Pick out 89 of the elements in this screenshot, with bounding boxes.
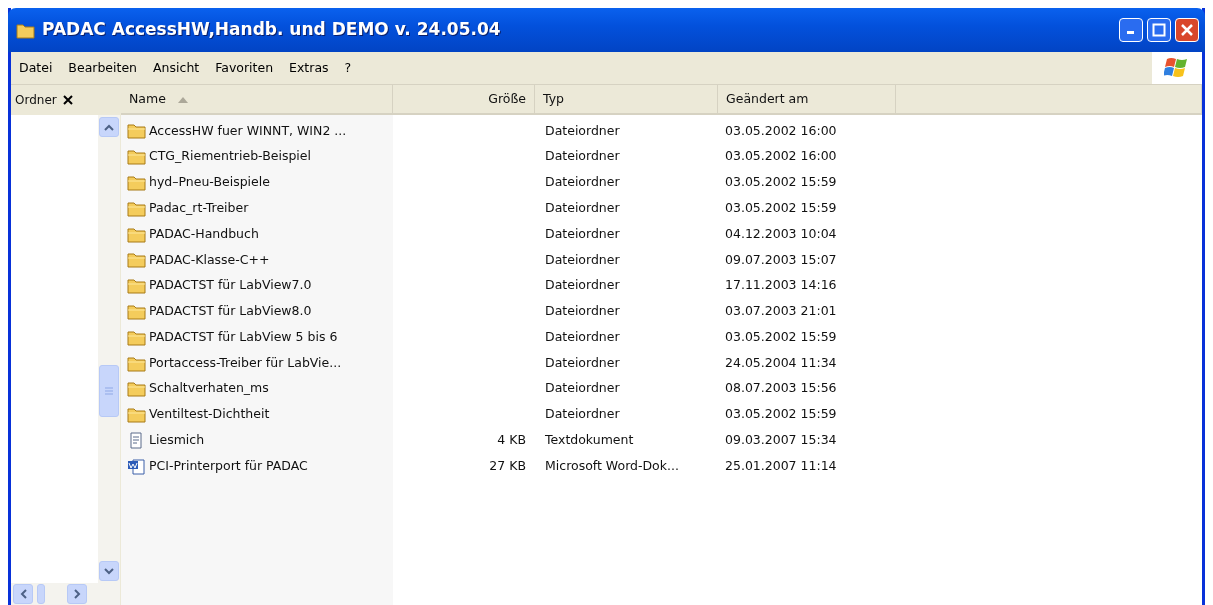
file-size: 4 KB — [497, 432, 526, 448]
menu-item[interactable]: Extras — [281, 58, 337, 78]
file-name[interactable]: Portaccess-Treiber für LabVie... — [149, 353, 342, 373]
folder-icon — [127, 354, 146, 372]
folder-icon — [127, 251, 146, 269]
column-header[interactable]: Typ — [535, 85, 718, 113]
modified-date: 03.05.2002 15:59 — [725, 199, 837, 215]
file-size: 27 KB — [489, 457, 526, 473]
file-name[interactable]: Liesmich — [149, 431, 205, 450]
scroll-left-button[interactable] — [13, 584, 33, 604]
file-type: Dateiordner — [545, 328, 620, 344]
file-name[interactable]: Padac_rt-Treiber — [149, 198, 249, 218]
file-type: Dateiordner — [545, 354, 620, 370]
column-header[interactable]: Geändert am — [718, 85, 896, 113]
windows-logo-icon — [1164, 56, 1190, 80]
chevron-down-icon — [104, 567, 114, 575]
maximize-button[interactable] — [1147, 18, 1171, 42]
modified-date: 04.12.2003 10:04 — [725, 225, 837, 241]
vertical-scrollbar[interactable] — [98, 115, 120, 583]
menu-item[interactable]: ? — [336, 58, 360, 78]
scroll-down-button[interactable] — [99, 561, 119, 581]
scroll-up-button[interactable] — [99, 117, 119, 137]
file-type: Dateiordner — [545, 251, 620, 267]
file-name[interactable]: hyd–Pneu-Beispiele — [149, 173, 270, 192]
file-name[interactable]: Ventiltest-Dichtheit — [149, 405, 270, 425]
folder-icon — [127, 174, 146, 191]
folder-icon — [127, 199, 146, 217]
file-type: Dateiordner — [545, 225, 620, 241]
modified-date: 03.05.2002 15:59 — [725, 406, 837, 422]
scroll-right-button[interactable] — [67, 584, 87, 604]
chevron-left-icon — [19, 589, 27, 599]
file-type: Dateiordner — [545, 174, 620, 190]
file-name[interactable]: PADACTST für LabView8.0 — [149, 302, 312, 321]
pane-title: Ordner — [15, 92, 57, 109]
chevron-right-icon — [73, 589, 81, 599]
modified-date: 24.05.2004 11:34 — [725, 354, 837, 370]
maximize-icon — [1152, 23, 1166, 37]
menu-item[interactable]: Bearbeiten — [60, 58, 146, 78]
file-type: Textdokument — [545, 432, 634, 448]
folder-icon — [127, 225, 146, 243]
window-title: PADAC AccessHW,Handb. und DEMO v. 24.05.04 — [42, 18, 501, 42]
file-name[interactable]: PADACTST für LabView7.0 — [149, 276, 312, 296]
file-name[interactable]: PADACTST für LabView 5 bis 6 — [149, 327, 338, 347]
chevron-up-icon — [104, 123, 114, 131]
file-type: Dateiordner — [545, 148, 620, 164]
file-name[interactable]: PADAC-Handbuch — [149, 224, 259, 244]
modified-date: 03.05.2002 15:59 — [725, 174, 837, 190]
file-type: Dateiordner — [545, 199, 620, 215]
file-type: Dateiordner — [545, 122, 620, 138]
folder-icon — [127, 380, 146, 398]
folder-icon — [127, 302, 146, 320]
column-header[interactable]: Name — [121, 85, 393, 113]
modified-date: 08.07.2003 15:56 — [725, 380, 837, 396]
close-icon[interactable] — [62, 95, 73, 105]
close-button[interactable] — [1175, 18, 1199, 42]
minimize-button[interactable] — [1119, 18, 1143, 42]
folder-icon — [127, 406, 146, 424]
modified-date: 03.05.2002 16:00 — [725, 148, 837, 164]
modified-date: 09.07.2003 15:07 — [725, 251, 837, 267]
document-icon — [127, 457, 146, 475]
menu-item[interactable]: Favoriten — [207, 58, 282, 78]
modified-date: 25.01.2007 11:14 — [725, 457, 837, 473]
file-type: Microsoft Word-Dok... — [545, 457, 679, 473]
file-name[interactable]: PADAC-Klasse-C++ — [149, 250, 270, 270]
folder-icon — [127, 122, 146, 140]
modified-date: 09.03.2007 15:34 — [725, 432, 837, 448]
horizontal-scrollbar[interactable] — [11, 583, 120, 605]
column-header[interactable]: Größe — [393, 85, 535, 113]
modified-date: 03.05.2002 16:00 — [725, 122, 837, 138]
folder-icon — [127, 148, 146, 166]
folder-icon — [16, 21, 36, 39]
file-type: Dateiordner — [545, 406, 620, 422]
file-name[interactable]: CTG_Riementrieb-Beispiel — [149, 147, 311, 167]
folder-icon — [127, 277, 146, 295]
modified-date: 03.05.2002 15:59 — [725, 328, 837, 344]
scroll-thumb[interactable] — [99, 365, 119, 417]
scroll-thumb[interactable] — [37, 584, 45, 604]
menu-item[interactable]: Ansicht — [145, 58, 208, 78]
menu-item[interactable]: Datei — [11, 58, 61, 78]
file-name[interactable]: AccessHW fuer WINNT, WIN2 ... — [149, 121, 347, 141]
file-type: Dateiordner — [545, 380, 620, 396]
modified-date: 03.07.2003 21:01 — [725, 303, 837, 319]
file-type: Dateiordner — [545, 303, 620, 319]
folder-icon — [127, 328, 146, 346]
file-name[interactable]: Schaltverhaten_ms — [149, 379, 269, 399]
close-icon — [1180, 23, 1194, 37]
file-type: Dateiordner — [545, 277, 620, 293]
modified-date: 17.11.2003 14:16 — [725, 277, 837, 293]
file-name[interactable]: PCI-Printerport für PADAC — [149, 456, 308, 476]
